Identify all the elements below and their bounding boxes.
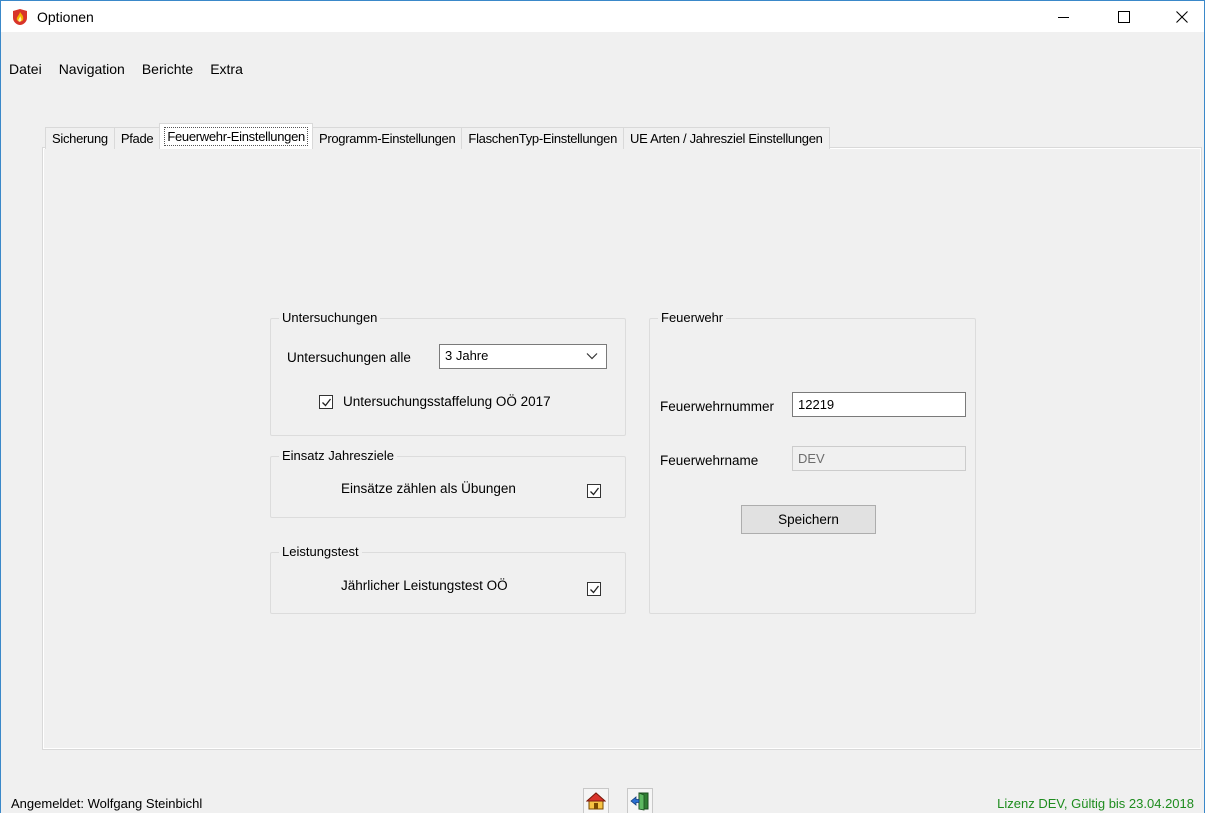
home-button[interactable]: [583, 788, 609, 813]
feuerwehrnummer-label: Feuerwehrnummer: [660, 399, 775, 414]
minimize-button[interactable]: [1041, 1, 1087, 32]
group-einsatz-jahresziele: Einsatz Jahresziele Einsätze zählen als …: [270, 448, 626, 518]
tab-ue-arten-jahresziel[interactable]: UE Arten / Jahresziel Einstellungen: [623, 127, 830, 149]
feuerwehrname-label: Feuerwehrname: [660, 453, 759, 468]
group-leistungstest: Leistungstest Jährlicher Leistungstest O…: [270, 544, 626, 614]
einsatz-label: Einsätze zählen als Übungen: [341, 481, 516, 496]
feuerwehrnummer-input[interactable]: 12219: [792, 392, 966, 417]
tab-strip: Sicherung Pfade Feuerwehr-Einstellungen …: [45, 123, 830, 149]
close-icon: [1176, 10, 1188, 23]
chevron-down-icon: [586, 353, 598, 360]
maximize-button[interactable]: [1101, 1, 1147, 32]
title-bar: Optionen: [1, 1, 1204, 32]
einsatz-checkbox[interactable]: [587, 484, 601, 498]
feuerwehrname-input: DEV: [792, 446, 966, 471]
feuerwehrname-value: DEV: [798, 451, 825, 466]
group-untersuchungen-title: Untersuchungen: [279, 310, 381, 325]
exit-button[interactable]: [627, 788, 653, 813]
menu-navigation[interactable]: Navigation: [56, 61, 136, 77]
staffelung-checkbox[interactable]: [319, 395, 333, 409]
group-feuerwehr-title: Feuerwehr: [658, 310, 727, 325]
menu-datei[interactable]: Datei: [8, 61, 53, 77]
menu-bar: Datei Navigation Berichte Extra: [1, 58, 1204, 80]
tab-sicherung[interactable]: Sicherung: [45, 127, 115, 149]
tab-feuerwehr-label: Feuerwehr-Einstellungen: [164, 127, 308, 146]
minimize-icon: [1058, 16, 1069, 18]
exit-door-icon: [630, 792, 649, 811]
app-flame-icon: [13, 9, 27, 25]
tab-panel: Untersuchungen Untersuchungen alle 3 Jah…: [42, 147, 1202, 750]
tab-flaschentyp-einstellungen[interactable]: FlaschenTyp-Einstellungen: [461, 127, 625, 149]
close-button[interactable]: [1159, 1, 1205, 32]
feuerwehrnummer-value: 12219: [798, 397, 835, 412]
group-leistungstest-title: Leistungstest: [279, 544, 362, 559]
maximize-icon: [1118, 10, 1130, 23]
leistungstest-label: Jährlicher Leistungstest OÖ: [341, 578, 508, 593]
untersuchungen-interval-value: 3 Jahre: [445, 348, 489, 363]
checkmark-icon: [322, 398, 332, 407]
window-title: Optionen: [37, 9, 94, 25]
group-einsatz-title: Einsatz Jahresziele: [279, 448, 397, 463]
options-window: Optionen Datei Navigation Berichte Extra…: [0, 0, 1205, 813]
tab-feuerwehr-einstellungen[interactable]: Feuerwehr-Einstellungen: [159, 123, 313, 149]
tab-panel-body: Untersuchungen Untersuchungen alle 3 Jah…: [44, 149, 1200, 748]
menu-extra[interactable]: Extra: [207, 61, 254, 77]
group-feuerwehr: Feuerwehr Feuerwehrnummer 12219 Feuerweh…: [649, 310, 976, 614]
save-button[interactable]: Speichern: [741, 505, 876, 534]
leistungstest-checkbox[interactable]: [587, 582, 601, 596]
staffelung-label: Untersuchungsstaffelung OÖ 2017: [343, 394, 551, 409]
group-untersuchungen: Untersuchungen Untersuchungen alle 3 Jah…: [270, 310, 626, 436]
home-icon: [586, 792, 606, 810]
tab-programm-einstellungen[interactable]: Programm-Einstellungen: [311, 127, 463, 149]
tab-pfade[interactable]: Pfade: [113, 127, 161, 149]
menu-berichte[interactable]: Berichte: [139, 61, 204, 77]
license-info: Lizenz DEV, Gültig bis 23.04.2018: [997, 796, 1194, 811]
untersuchungen-interval-select[interactable]: 3 Jahre: [439, 344, 607, 369]
checkmark-icon: [590, 585, 600, 594]
checkmark-icon: [590, 487, 600, 496]
logged-in-user: Angemeldet: Wolfgang Steinbichl: [11, 796, 203, 811]
untersuchungen-interval-label: Untersuchungen alle: [287, 350, 411, 365]
